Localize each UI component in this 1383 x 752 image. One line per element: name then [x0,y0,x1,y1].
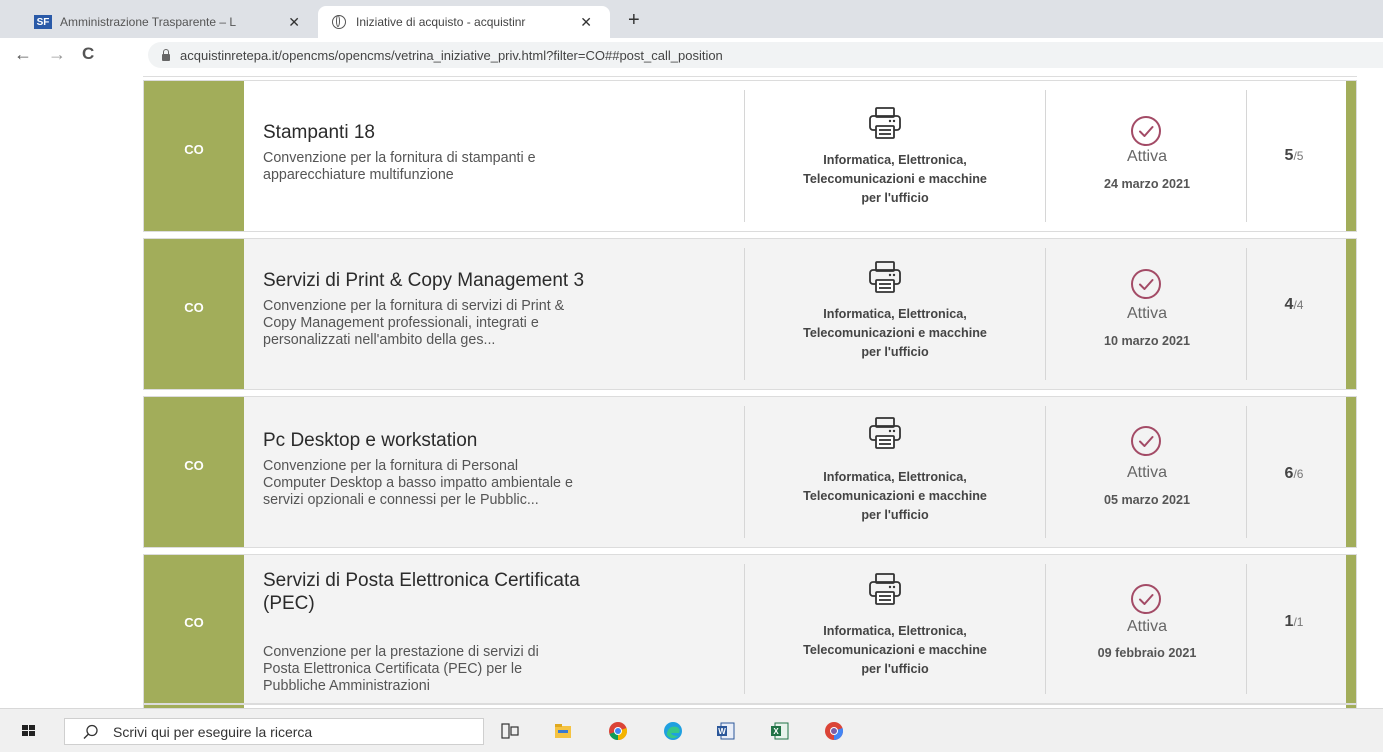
initiative-type-badge: CO [144,555,244,703]
column-divider [1246,406,1247,538]
reload-button[interactable]: C [82,44,94,64]
file-explorer-icon[interactable] [553,721,573,741]
initiative-date: 09 febbraio 2021 [1097,646,1197,660]
initiative-description: Convenzione per la prestazione di serviz… [263,644,539,694]
check-circle-icon [1131,269,1161,299]
printer-icon [869,573,901,605]
initiative-status: Attiva [1126,618,1167,635]
check-circle-icon [1131,116,1161,146]
browser-tab-strip: SF Amministrazione Trasparente – L ✕ Ini… [0,0,1383,38]
initiative-type-badge: CO [144,397,244,547]
column-divider [1246,90,1247,222]
initiative-title[interactable]: Servizi di Posta Elettronica Certificata… [263,569,733,615]
lots-total: /6 [1293,467,1304,481]
word-icon[interactable]: W [716,721,736,741]
url-text: acquistinretepa.it/opencms/opencms/vetri… [180,47,723,63]
column-divider [1045,248,1046,380]
initiative-category: Informatica, Elettronica, Telecomunicazio… [803,153,987,205]
card-accent-bar [1346,555,1356,703]
initiative-date: 10 marzo 2021 [1103,334,1191,348]
initiative-description: Convenzione per la fornitura di Personal… [263,458,573,508]
initiative-lots: 4/4 [1264,296,1324,314]
chrome-alt-icon[interactable] [824,721,844,741]
windows-start-icon[interactable] [22,725,36,737]
initiative-category: Informatica, Elettronica, Telecomunicazio… [803,624,987,676]
sf-favicon-icon: SF [34,15,52,29]
initiative-title[interactable]: Pc Desktop e workstation [263,429,733,452]
initiative-card[interactable]: CO Pc Desktop e workstation Convenzione … [143,396,1357,548]
initiative-lots: 6/6 [1264,465,1324,483]
initiative-type-badge: CO [144,81,244,231]
edge-icon[interactable] [663,721,683,741]
search-icon [83,724,98,739]
initiative-lots: 5/5 [1264,147,1324,165]
initiative-status: Attiva [1126,305,1167,322]
initiative-category: Informatica, Elettronica, Telecomunicazio… [803,307,987,359]
tab-amministrazione-trasparente[interactable]: SF Amministrazione Trasparente – L ✕ [28,6,318,38]
card-accent-bar [1346,81,1356,231]
initiative-title[interactable]: Servizi di Print & Copy Management 3 [263,269,733,292]
initiative-date: 05 marzo 2021 [1103,493,1191,507]
initiative-description: Convenzione per la fornitura di stampant… [263,150,536,183]
url-field[interactable]: acquistinretepa.it/opencms/opencms/vetri… [148,42,1383,68]
svg-text:W: W [718,727,726,736]
excel-icon[interactable]: X [770,721,790,741]
column-divider [1246,248,1247,380]
globe-icon [332,15,346,29]
initiative-card[interactable]: CO Stampanti 18 Convenzione per la forni… [143,80,1357,232]
new-tab-button[interactable]: + [628,9,640,32]
tab-iniziative-di-acquisto[interactable]: Iniziative di acquisto - acquistinr ✕ [318,6,610,38]
check-circle-icon [1131,584,1161,614]
check-circle-icon [1131,426,1161,456]
lots-total: /5 [1293,149,1304,163]
tab-title: Amministrazione Trasparente – L [60,15,237,29]
column-divider [744,406,745,538]
initiative-status: Attiva [1126,464,1167,481]
address-bar-row: ← → C acquistinretepa.it/opencms/opencms… [0,38,1383,73]
forward-button[interactable]: → [48,44,66,65]
column-divider [1246,564,1247,694]
initiative-title[interactable]: Stampanti 18 [263,121,733,144]
initiative-status: Attiva [1126,148,1167,165]
chrome-icon[interactable] [608,721,628,741]
tab-title: Iniziative di acquisto - acquistinr [356,15,526,29]
initiative-lots: 1/1 [1264,613,1324,631]
page-content: CO Stampanti 18 Convenzione per la forni… [0,72,1383,724]
initiative-description: Convenzione per la fornitura di servizi … [263,298,565,348]
initiative-type-badge: CO [144,239,244,389]
printer-icon [869,261,901,293]
task-view-icon[interactable] [500,721,520,741]
lots-total: /1 [1293,615,1304,629]
printer-icon [869,417,901,449]
printer-icon [869,107,901,139]
lots-total: /4 [1293,298,1304,312]
previous-card-edge [143,72,1357,77]
column-divider [1045,90,1046,222]
lock-icon [162,48,170,61]
back-button[interactable]: ← [14,44,32,65]
initiative-date: 24 marzo 2021 [1103,177,1191,191]
initiative-card[interactable]: CO Servizi di Posta Elettronica Certific… [143,554,1357,704]
card-accent-bar [1346,397,1356,547]
column-divider [1045,564,1046,694]
windows-taskbar: Scrivi qui per eseguire la ricerca W X [0,708,1383,752]
column-divider [744,248,745,380]
column-divider [744,564,745,694]
card-accent-bar [1346,239,1356,389]
search-placeholder: Scrivi qui per eseguire la ricerca [113,723,313,740]
initiative-card[interactable]: CO Servizi di Print & Copy Management 3 … [143,238,1357,390]
taskbar-search-input[interactable]: Scrivi qui per eseguire la ricerca [64,718,484,745]
close-tab-icon[interactable]: ✕ [288,14,300,31]
svg-text:X: X [773,727,779,736]
column-divider [1045,406,1046,538]
close-tab-icon[interactable]: ✕ [580,14,592,31]
column-divider [744,90,745,222]
initiative-category: Informatica, Elettronica, Telecomunicazio… [803,470,987,522]
